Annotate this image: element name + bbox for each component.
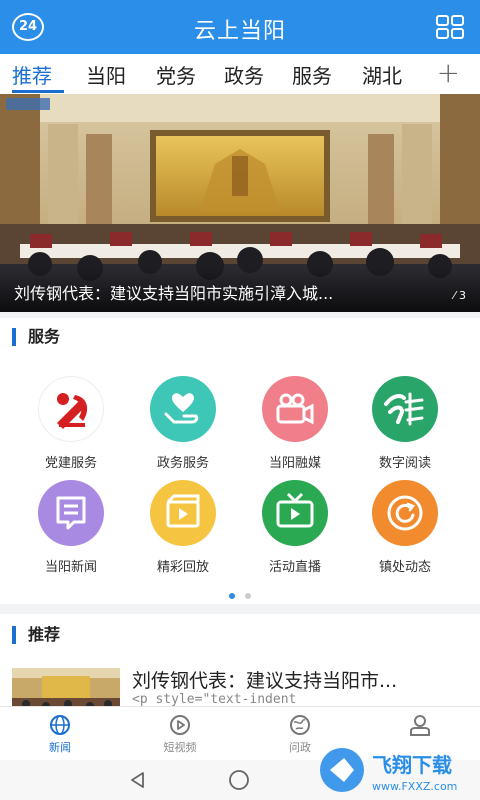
service-replay[interactable]: 精彩回放: [128, 480, 238, 575]
hero-counter-value: 3: [459, 289, 466, 302]
tv-live-icon: [262, 480, 328, 546]
article-summary: <p style="text-indent: [132, 692, 297, 707]
news-doc-icon: [38, 480, 104, 546]
service-label: 当阳融媒: [268, 456, 321, 471]
app-header: 24 云上当阳: [0, 0, 480, 54]
service-label: 活动直播: [268, 560, 321, 575]
user-icon: [410, 715, 430, 736]
nav-label: 短视频: [163, 741, 197, 754]
service-live[interactable]: 活动直播: [240, 480, 350, 575]
tab-party[interactable]: 党务: [156, 60, 196, 89]
service-town-updates[interactable]: 镇处动态: [350, 480, 460, 575]
active-tab-indicator: [12, 90, 64, 93]
home-circle-icon[interactable]: [228, 769, 250, 791]
reading-logo-icon: [372, 376, 438, 442]
earth-icon: [290, 715, 310, 735]
watermark-url: www.FXXZ.com: [372, 780, 457, 793]
hero-banner[interactable]: 刘传钢代表：建议支持当阳市实施引漳入城... ⁄ 3: [0, 94, 480, 312]
tab-hubei[interactable]: 湖北: [362, 60, 402, 89]
grid-menu-icon[interactable]: [436, 15, 464, 39]
service-label: 政务服务: [156, 456, 209, 471]
service-label: 数字阅读: [378, 456, 431, 471]
service-digital-reading[interactable]: 数字阅读: [350, 376, 460, 471]
tab-service[interactable]: 服务: [292, 60, 332, 89]
tab-dangyang[interactable]: 当阳: [86, 60, 126, 89]
nav-label: 新闻: [49, 741, 71, 754]
video-camera-icon: [262, 376, 328, 442]
service-label: 精彩回放: [156, 560, 209, 575]
tab-government[interactable]: 政务: [224, 60, 264, 89]
back-triangle-icon[interactable]: [128, 770, 148, 790]
service-label: 党建服务: [44, 456, 97, 471]
refresh-circle-icon: [372, 480, 438, 546]
category-tabs: 推荐 当阳 党务 政务 服务 湖北 +: [0, 54, 480, 94]
hero-counter: ⁄ 3: [454, 289, 466, 302]
carousel-dots: [0, 584, 480, 603]
service-label: 镇处动态: [378, 560, 431, 575]
party-emblem-icon: [38, 376, 104, 442]
services-heading: 服务: [12, 328, 60, 346]
tab-recommend[interactable]: 推荐: [12, 60, 52, 89]
globe-icon: [50, 715, 70, 735]
hero-caption[interactable]: 刘传钢代表：建议支持当阳市实施引漳入城...: [14, 280, 414, 304]
service-government[interactable]: 政务服务: [128, 376, 238, 471]
nav-profile[interactable]: [390, 713, 450, 739]
heart-hand-icon: [150, 376, 216, 442]
app-title: 云上当阳: [193, 19, 286, 44]
replay-film-icon: [150, 480, 216, 546]
site-watermark: 飞翔下载 www.FXXZ.com: [314, 742, 474, 798]
recommend-section: 推荐 刘传钢代表：建议支持当阳市... <p style="text-inden…: [0, 614, 480, 710]
article-title[interactable]: 刘传钢代表：建议支持当阳市...: [132, 666, 468, 693]
services-section: 服务 党建服务 政务服务 当阳融媒 数字阅读 当阳新闻 精彩回放 活动直播 镇处…: [0, 318, 480, 604]
recommend-heading: 推荐: [12, 626, 60, 644]
carousel-dot[interactable]: [244, 593, 251, 599]
service-party-building[interactable]: 党建服务: [16, 376, 126, 471]
add-tab-icon[interactable]: +: [437, 56, 460, 89]
play-circle-icon: [170, 715, 190, 735]
nav-short-video[interactable]: 短视频: [150, 713, 210, 755]
nav-news[interactable]: 新闻: [30, 713, 90, 755]
service-media[interactable]: 当阳融媒: [240, 376, 350, 471]
service-dangyang-news[interactable]: 当阳新闻: [16, 480, 126, 575]
watermark-brand: 飞翔下载: [372, 753, 452, 777]
article-thumbnail[interactable]: [12, 668, 120, 710]
service-label: 当阳新闻: [44, 560, 97, 575]
carousel-dot-active[interactable]: [229, 593, 236, 599]
slash-icon: ⁄: [453, 289, 456, 302]
